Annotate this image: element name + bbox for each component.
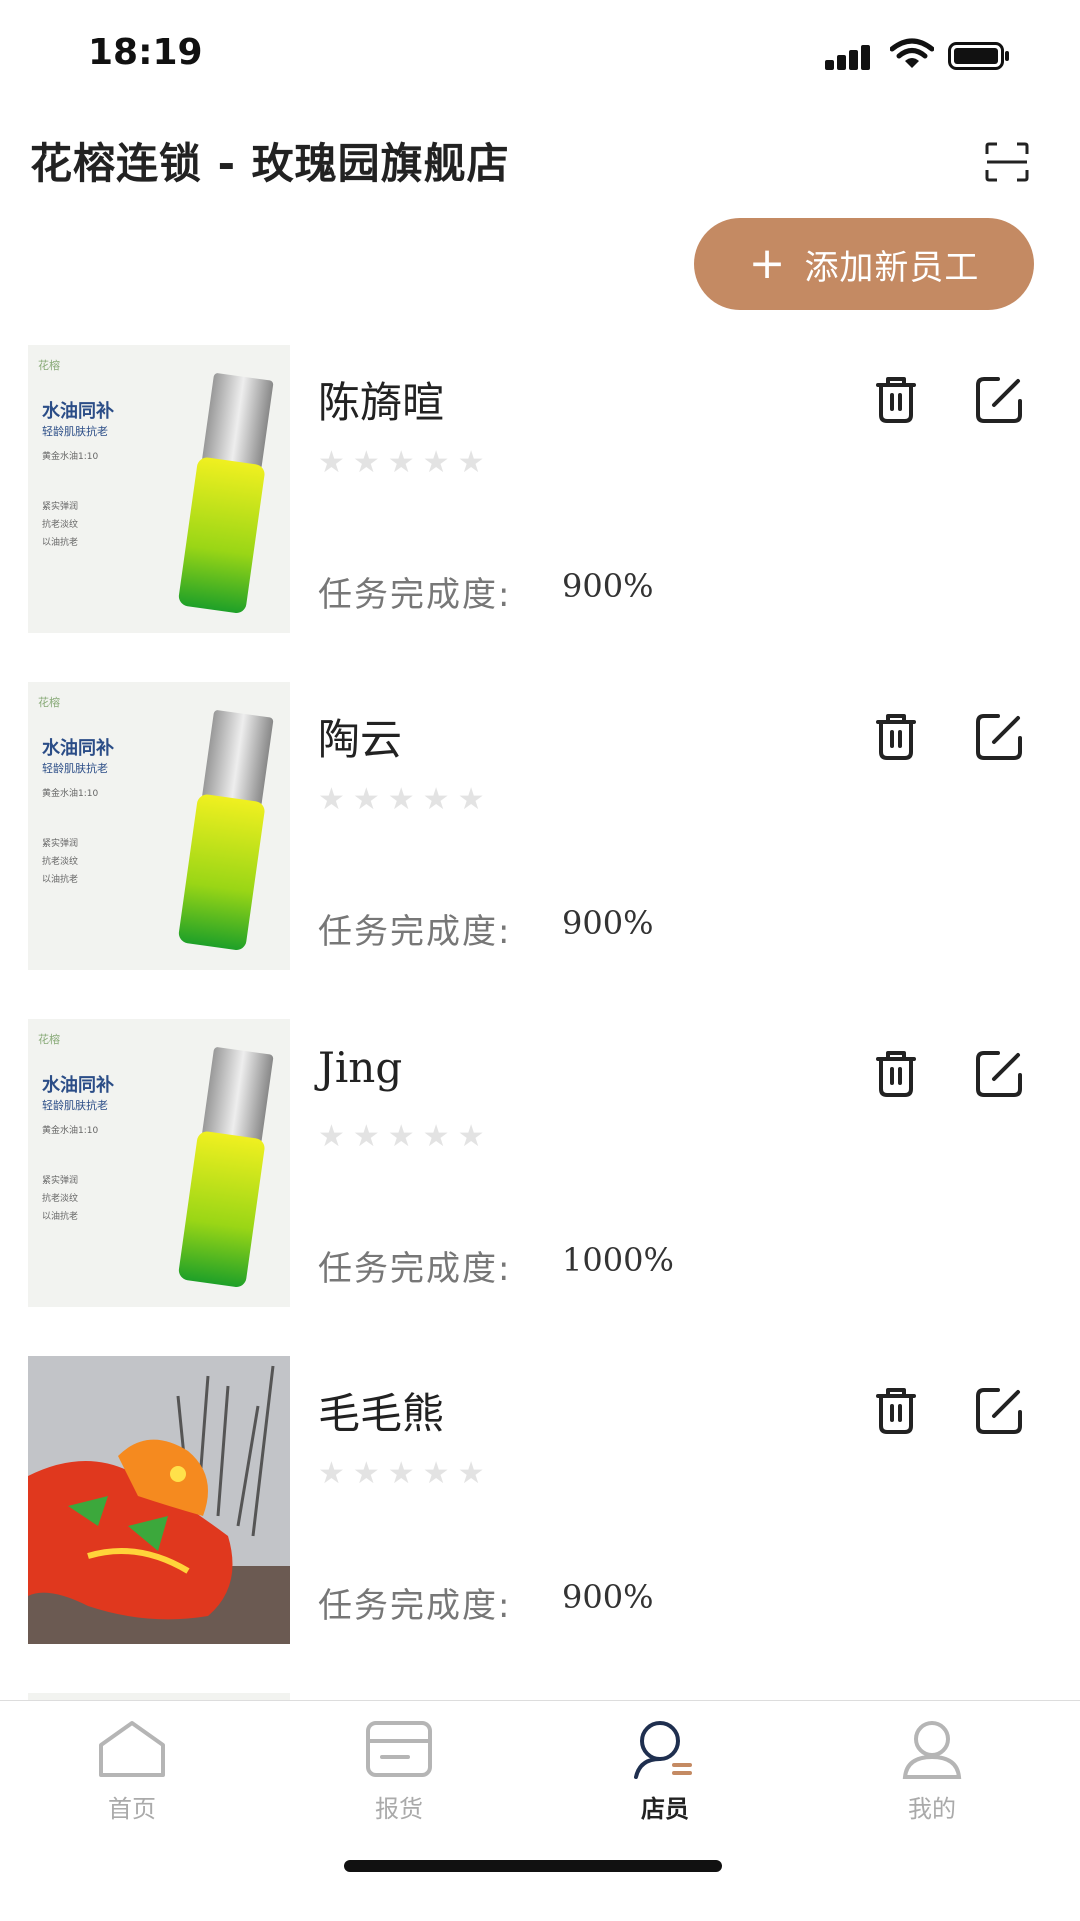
employee-name: 陈旖暄 (318, 378, 445, 427)
brand-label: 花榕 (38, 1033, 60, 1046)
battery-icon (948, 42, 1009, 70)
product-subtitle: 轻龄肌肤抗老 (42, 762, 108, 775)
rating-stars[interactable]: ★★★★★ (318, 1456, 492, 1491)
progress-label: 任务完成度: (318, 912, 512, 952)
rating-stars[interactable]: ★★★★★ (318, 782, 492, 817)
staff-icon (634, 1721, 692, 1779)
tab-home[interactable]: 首页 (32, 1719, 232, 1839)
progress-value: 900% (562, 1578, 654, 1616)
product-title: 水油同补 (42, 401, 114, 422)
employee-thumbnail (28, 1356, 290, 1644)
edit-icon[interactable] (972, 1382, 1028, 1438)
employee-name: 陶云 (318, 715, 403, 764)
product-title: 水油同补 (42, 738, 114, 759)
product-subtitle: 轻龄肌肤抗老 (42, 1099, 108, 1112)
rating-stars[interactable]: ★★★★★ (318, 445, 492, 480)
employee-row[interactable]: 花榕 水油同补 轻龄肌肤抗老 黄金水油1:10 紧实弹润 抗老淡纹 以油抗老 陶… (0, 682, 1080, 972)
product-subtitle: 轻龄肌肤抗老 (42, 425, 108, 438)
employee-row[interactable]: 花榕 水油同补 轻龄肌肤抗老 黄金水油1:10 紧实弹润 抗老淡纹 以油抗老 J… (0, 1019, 1080, 1309)
brand-label: 花榕 (38, 696, 60, 709)
bottle-image (178, 710, 274, 950)
tab-profile[interactable]: 我的 (832, 1719, 1032, 1839)
progress-label: 任务完成度: (318, 575, 512, 615)
brand-label: 花榕 (38, 359, 60, 372)
progress-value: 900% (562, 904, 654, 942)
edit-icon[interactable] (972, 371, 1028, 427)
employee-row[interactable]: 毛毛熊 ★★★★★ 任务完成度: 900% (0, 1356, 1080, 1646)
employee-name: Jing (318, 1043, 403, 1092)
tab-bar: 首页 报货 店员 我的 (0, 1700, 1080, 1921)
signal-icon (825, 45, 870, 70)
product-line: 黄金水油1:10 (42, 789, 99, 799)
profile-icon (902, 1721, 962, 1779)
product-line: 抗老淡纹 (42, 1194, 79, 1204)
product-line: 紧实弹润 (42, 502, 79, 512)
product-line: 紧实弹润 (42, 839, 79, 849)
employee-thumbnail: 花榕 水油同补 轻龄肌肤抗老 黄金水油1:10 紧实弹润 抗老淡纹 以油抗老 (28, 682, 290, 970)
edit-icon[interactable] (972, 708, 1028, 764)
progress-value: 900% (562, 567, 654, 605)
product-line: 抗老淡纹 (42, 520, 79, 530)
tab-order[interactable]: 报货 (299, 1719, 499, 1839)
employee-row[interactable]: 花榕 水油同补 轻龄肌肤抗老 黄金水油1:10 紧实弹润 抗老淡纹 以油抗老 陈… (0, 345, 1080, 635)
home-icon (99, 1721, 165, 1777)
product-line: 黄金水油1:10 (42, 452, 99, 462)
progress-label: 任务完成度: (318, 1249, 512, 1289)
box-icon (366, 1721, 432, 1777)
employee-thumbnail: 花榕 水油同补 轻龄肌肤抗老 黄金水油1:10 紧实弹润 抗老淡纹 以油抗老 (28, 345, 290, 633)
add-employee-label: 添加新员工 (804, 247, 980, 288)
rating-stars[interactable]: ★★★★★ (318, 1119, 492, 1154)
dragon-lantern-image (28, 1356, 290, 1644)
trash-icon[interactable] (868, 1045, 924, 1101)
scan-icon[interactable] (985, 142, 1029, 182)
trash-icon[interactable] (868, 1382, 924, 1438)
trash-icon[interactable] (868, 708, 924, 764)
add-employee-button[interactable]: + 添加新员工 (694, 218, 1034, 310)
status-bar: 18:19 (0, 0, 1080, 110)
product-line: 黄金水油1:10 (42, 1126, 99, 1136)
tab-label: 店员 (641, 1795, 689, 1823)
employee-name: 毛毛熊 (318, 1389, 445, 1438)
trash-icon[interactable] (868, 371, 924, 427)
product-line: 以油抗老 (42, 538, 79, 548)
bottle-image (178, 1047, 274, 1287)
wifi-icon (890, 38, 934, 68)
tab-label: 报货 (375, 1795, 423, 1823)
product-line: 以油抗老 (42, 875, 79, 885)
progress-label: 任务完成度: (318, 1586, 512, 1626)
employee-thumbnail: 花榕 水油同补 轻龄肌肤抗老 黄金水油1:10 紧实弹润 抗老淡纹 以油抗老 (28, 1019, 290, 1307)
plus-icon: + (748, 238, 787, 289)
tab-label: 首页 (108, 1795, 156, 1823)
tab-staff[interactable]: 店员 (565, 1719, 765, 1839)
edit-icon[interactable] (972, 1045, 1028, 1101)
tab-label: 我的 (908, 1795, 956, 1823)
product-title: 水油同补 (42, 1075, 114, 1096)
status-time: 18:19 (88, 32, 203, 73)
home-indicator[interactable] (344, 1860, 722, 1872)
bottle-image (178, 373, 274, 613)
progress-value: 1000% (562, 1241, 674, 1279)
product-line: 以油抗老 (42, 1212, 79, 1222)
page-title: 花榕连锁 - 玫瑰园旗舰店 (30, 139, 510, 188)
product-line: 抗老淡纹 (42, 857, 79, 867)
product-line: 紧实弹润 (42, 1176, 79, 1186)
